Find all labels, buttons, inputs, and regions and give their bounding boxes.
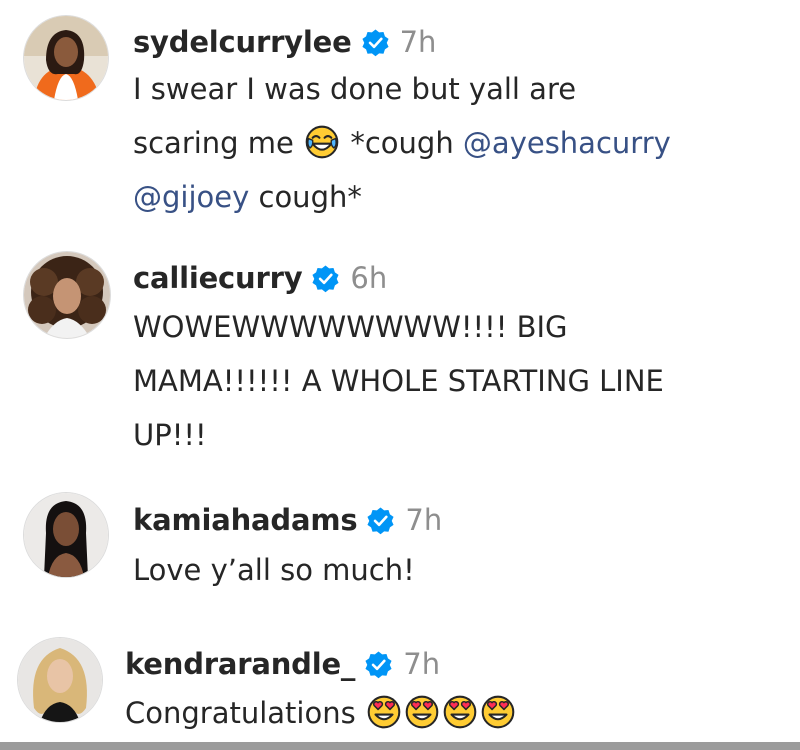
comment-line: Love y’all so much!	[133, 543, 415, 597]
profile-photo-icon	[24, 16, 108, 100]
comment-text-segment: Love y’all so much!	[133, 553, 415, 587]
smiling-face-with-heart-eyes-icon	[367, 695, 401, 729]
username[interactable]: kendrarandle_	[125, 647, 355, 681]
comment-line: @gijoey cough*	[133, 170, 671, 224]
timestamp[interactable]: 6h	[350, 261, 387, 295]
comment-header: kamiahadams 7h	[133, 500, 442, 540]
timestamp[interactable]: 7h	[400, 25, 437, 59]
comment-line: WOWEWWWWWWWW!!!! BIG	[133, 300, 664, 354]
comment-text: Love y’all so much!	[133, 543, 415, 597]
timestamp[interactable]: 7h	[403, 647, 440, 681]
comment-header: calliecurry 6h	[133, 258, 387, 298]
comment-text: WOWEWWWWWWWW!!!! BIG MAMA!!!!!! A WHOLE …	[133, 300, 664, 462]
comment-header: kendrarandle_ 7h	[125, 644, 440, 684]
timestamp[interactable]: 7h	[405, 503, 442, 537]
profile-photo-icon	[24, 252, 110, 338]
comment-line: UP!!!	[133, 408, 664, 462]
comment-line: MAMA!!!!!! A WHOLE STARTING LINE	[133, 354, 664, 408]
verified-badge-icon	[361, 28, 390, 57]
comment-text-segment: Congratulations	[125, 696, 365, 730]
profile-photo-icon	[18, 638, 102, 722]
comment-line: scaring me *cough @ayeshacurry	[133, 116, 671, 170]
mention-link[interactable]: @gijoey	[133, 180, 249, 214]
comment-text-segment: WOWEWWWWWWWW!!!! BIG	[133, 310, 568, 344]
comment-text: Congratulations	[125, 686, 517, 740]
comment-line: I swear I was done but yall are	[133, 62, 671, 116]
comment-text-segment: scaring me	[133, 126, 304, 160]
bottom-divider	[0, 742, 800, 750]
profile-photo-icon	[24, 493, 108, 577]
username[interactable]: kamiahadams	[133, 503, 358, 537]
verified-badge-icon	[311, 264, 340, 293]
smiling-face-with-heart-eyes-icon	[405, 695, 439, 729]
comment-text-segment: cough*	[249, 180, 362, 214]
comment-header: sydelcurrylee 7h	[133, 22, 436, 62]
avatar[interactable]	[18, 638, 102, 722]
comment-text-segment: UP!!!	[133, 418, 207, 452]
comment-text-segment: I swear I was done but yall are	[133, 72, 577, 106]
avatar[interactable]	[24, 493, 108, 577]
avatar[interactable]	[24, 252, 110, 338]
avatar[interactable]	[24, 16, 108, 100]
username[interactable]: sydelcurrylee	[133, 25, 352, 59]
comment-text: I swear I was done but yall are scaring …	[133, 62, 671, 224]
comment-text-segment: MAMA!!!!!! A WHOLE STARTING LINE	[133, 364, 664, 398]
verified-badge-icon	[366, 506, 395, 535]
mention-link[interactable]: @ayeshacurry	[463, 126, 671, 160]
comment-text-segment: *cough	[341, 126, 463, 160]
smiling-face-with-heart-eyes-icon	[481, 695, 515, 729]
verified-badge-icon	[364, 650, 393, 679]
username[interactable]: calliecurry	[133, 261, 303, 295]
face-with-tears-of-joy-icon	[305, 125, 339, 159]
comment-line: Congratulations	[125, 686, 517, 740]
smiling-face-with-heart-eyes-icon	[443, 695, 477, 729]
